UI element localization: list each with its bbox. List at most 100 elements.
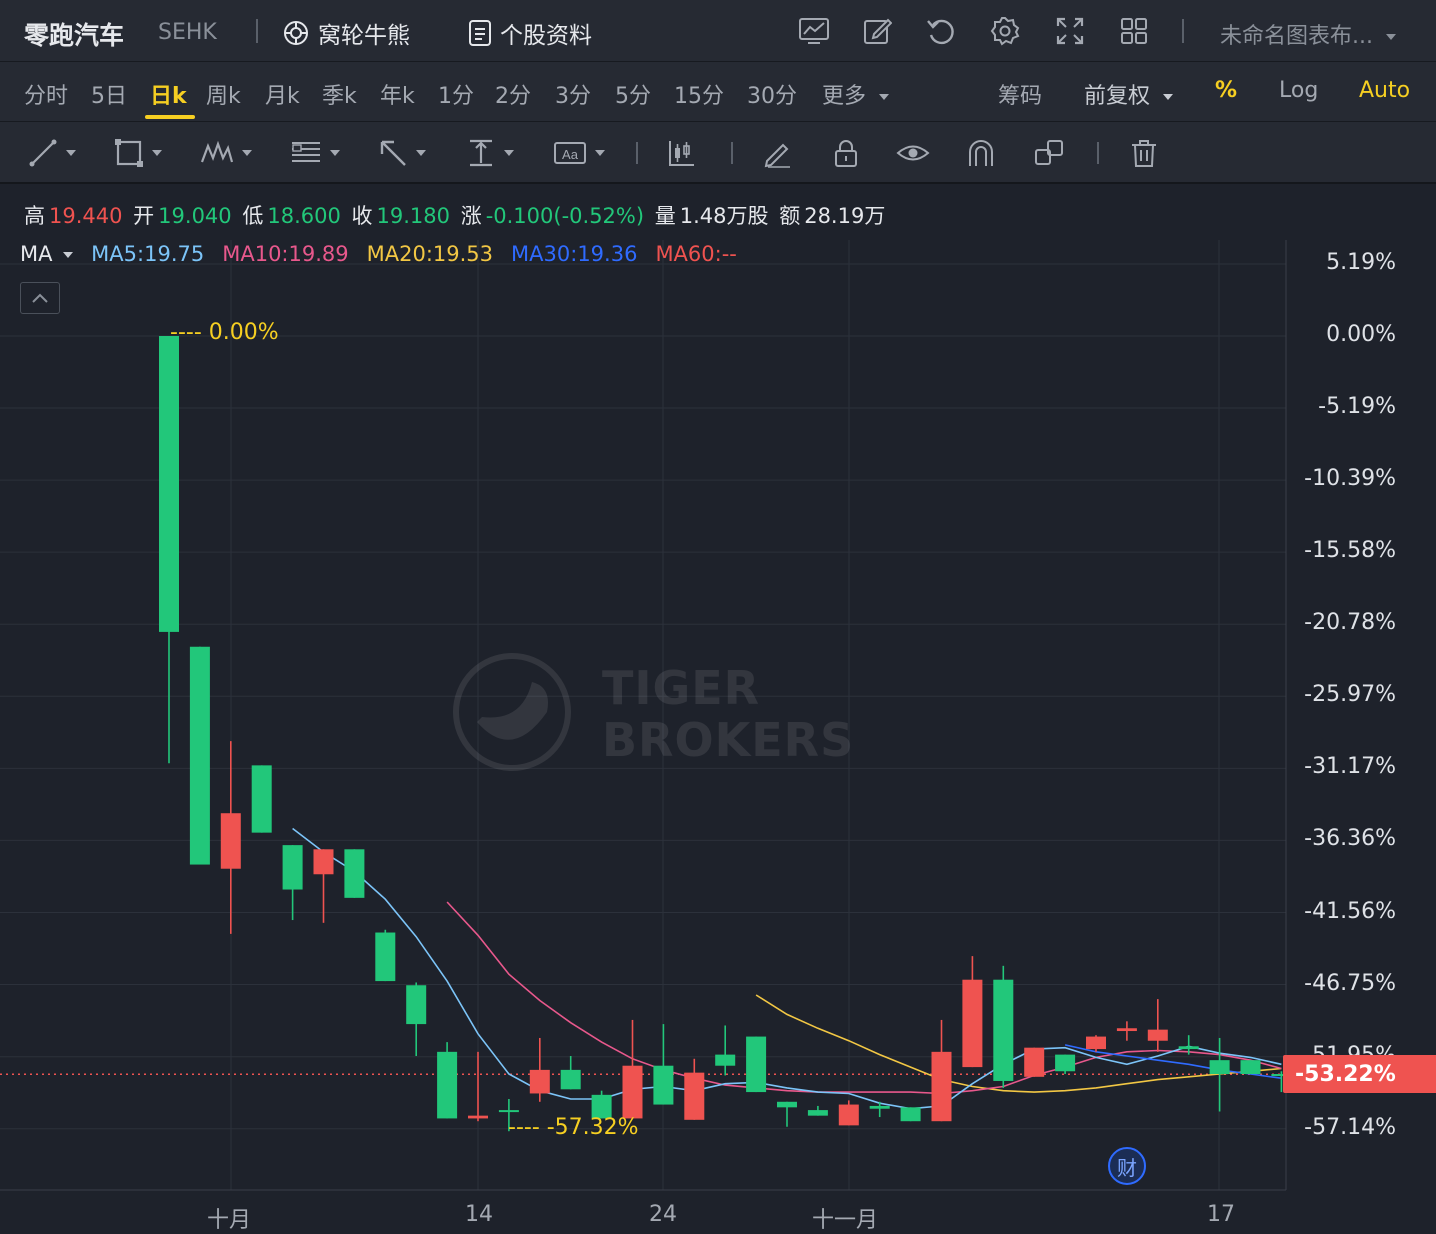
profile-button[interactable]: 个股资料 bbox=[468, 16, 592, 50]
amount-value: 28.19万 bbox=[804, 204, 886, 228]
period-more-dropdown[interactable]: 更多 bbox=[822, 78, 890, 110]
candle-tool-button[interactable] bbox=[667, 136, 697, 170]
period-bar: 分时 5日 日k 周k 月k 季k 年k 1分 2分 3分 5分 15分 30分… bbox=[0, 62, 1436, 122]
layout-name-dropdown[interactable]: 未命名图表布... bbox=[1220, 18, 1396, 50]
stock-name[interactable]: 零跑汽车 bbox=[24, 16, 124, 52]
period-1min[interactable]: 1分 bbox=[438, 78, 474, 110]
clone-button[interactable] bbox=[1034, 136, 1066, 170]
pencil-tool-button[interactable] bbox=[762, 136, 794, 170]
draw-button[interactable] bbox=[860, 14, 894, 48]
period-day-k[interactable]: 日k bbox=[150, 78, 187, 110]
y-tick-label: -20.78% bbox=[1304, 610, 1396, 636]
amount-label: 额 bbox=[779, 204, 801, 228]
drawing-toolbar: Aa bbox=[0, 122, 1436, 184]
separator bbox=[731, 142, 733, 164]
svg-text:Aa: Aa bbox=[562, 147, 579, 162]
candle-body bbox=[1086, 1036, 1106, 1050]
x-tick-label: 17 bbox=[1207, 1202, 1235, 1227]
delete-button[interactable] bbox=[1129, 136, 1159, 170]
line-tool-button[interactable] bbox=[28, 136, 76, 170]
warrants-button[interactable]: 窝轮牛熊 bbox=[282, 16, 410, 50]
candle-body bbox=[684, 1072, 705, 1120]
period-30min[interactable]: 30分 bbox=[747, 78, 797, 110]
lock-icon bbox=[835, 140, 857, 167]
pencil-icon bbox=[764, 143, 790, 168]
lock-button[interactable] bbox=[832, 136, 860, 170]
watermark-line: BROKERS bbox=[602, 713, 855, 767]
percent-toggle[interactable]: % bbox=[1215, 78, 1237, 103]
candle-body bbox=[251, 765, 272, 833]
period-2min[interactable]: 2分 bbox=[495, 78, 531, 110]
layout-button[interactable] bbox=[1117, 14, 1151, 48]
settings-icon bbox=[990, 17, 1020, 46]
volume-value: 1.48万股 bbox=[679, 204, 769, 228]
current-price-tag: -53.22% bbox=[1283, 1055, 1436, 1093]
chevron-up-icon bbox=[32, 293, 48, 303]
close-label: 收 bbox=[351, 204, 373, 228]
candle-body bbox=[529, 1069, 550, 1094]
period-5day[interactable]: 5日 bbox=[91, 78, 127, 110]
candle-body bbox=[653, 1065, 674, 1105]
line-tool-icon bbox=[29, 139, 57, 167]
period-quarter-k[interactable]: 季k bbox=[322, 78, 357, 110]
candle-body bbox=[437, 1051, 458, 1119]
active-period-indicator bbox=[145, 115, 195, 119]
arrow-tool-button[interactable] bbox=[378, 136, 426, 170]
y-tick-label: 5.19% bbox=[1326, 250, 1396, 275]
arrow-tool-icon bbox=[380, 140, 406, 166]
visibility-button[interactable] bbox=[896, 136, 930, 170]
y-tick-label: -10.39% bbox=[1304, 466, 1396, 492]
warrants-label: 窝轮牛熊 bbox=[318, 23, 410, 49]
chevron-down-icon bbox=[63, 252, 74, 258]
ma-legend: MA MA5:19.75 MA10:19.89 MA20:19.53 MA30:… bbox=[20, 242, 737, 266]
candle-body bbox=[1178, 1046, 1199, 1050]
volume-label: 量 bbox=[654, 204, 676, 228]
settings-button[interactable] bbox=[988, 14, 1022, 48]
collapse-legend-button[interactable] bbox=[20, 282, 60, 314]
rect-tool-button[interactable] bbox=[114, 136, 162, 170]
ma10-value: MA10:19.89 bbox=[222, 242, 349, 266]
chevron-down-icon bbox=[152, 150, 162, 156]
auto-toggle[interactable]: Auto bbox=[1359, 78, 1410, 103]
log-toggle[interactable]: Log bbox=[1279, 78, 1318, 103]
fullscreen-button[interactable] bbox=[1053, 14, 1087, 48]
ma30-value: MA30:19.36 bbox=[511, 242, 638, 266]
x-tick-label: 十月 bbox=[207, 1208, 252, 1233]
candle-body bbox=[1209, 1060, 1230, 1075]
low-value: 18.600 bbox=[267, 204, 341, 228]
chevron-down-icon bbox=[330, 150, 340, 156]
period-3min[interactable]: 3分 bbox=[555, 78, 591, 110]
candle-body bbox=[189, 646, 210, 865]
clone-icon bbox=[1035, 140, 1063, 165]
watermark-text: TIGER BROKERS bbox=[602, 662, 854, 766]
candle-body bbox=[715, 1054, 736, 1066]
measure-tool-icon bbox=[470, 139, 492, 167]
open-value: 19.040 bbox=[158, 204, 232, 228]
period-15min[interactable]: 15分 bbox=[674, 78, 724, 110]
chevron-down-icon bbox=[66, 150, 76, 156]
period-intraday[interactable]: 分时 bbox=[24, 78, 68, 110]
y-tick-label: -15.58% bbox=[1304, 538, 1396, 564]
pattern-tool-button[interactable] bbox=[200, 136, 252, 170]
period-week-k[interactable]: 周k bbox=[206, 78, 241, 110]
high-label: 高 bbox=[24, 204, 45, 228]
magnet-button[interactable] bbox=[966, 136, 996, 170]
indicator-button[interactable] bbox=[797, 14, 831, 48]
period-5min[interactable]: 5分 bbox=[615, 78, 651, 110]
candle-body bbox=[622, 1065, 643, 1119]
chips-button[interactable]: 筹码 bbox=[998, 78, 1042, 110]
low-label: 低 bbox=[242, 204, 264, 228]
period-month-k[interactable]: 月k bbox=[265, 78, 300, 110]
indicator-icon bbox=[799, 18, 829, 44]
candle-body bbox=[344, 849, 365, 898]
chevron-down-icon bbox=[879, 94, 890, 100]
ma-indicator-dropdown[interactable]: MA bbox=[20, 242, 74, 266]
undo-button[interactable] bbox=[924, 14, 958, 48]
chevron-down-icon bbox=[1163, 94, 1174, 100]
fib-tool-button[interactable] bbox=[290, 136, 340, 170]
financial-report-badge[interactable]: 财 bbox=[1108, 1147, 1146, 1185]
measure-tool-button[interactable] bbox=[466, 136, 514, 170]
text-tool-button[interactable]: Aa bbox=[553, 136, 605, 170]
period-year-k[interactable]: 年k bbox=[380, 78, 415, 110]
adjust-dropdown[interactable]: 前复权 bbox=[1084, 78, 1174, 110]
